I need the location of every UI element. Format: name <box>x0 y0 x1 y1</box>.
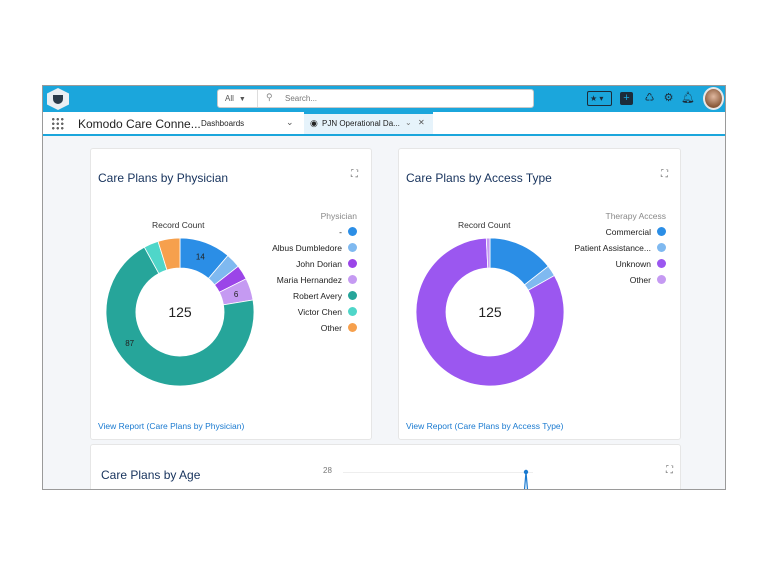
legend-swatch <box>348 323 357 332</box>
legend-label: Patient Assistance... <box>574 243 651 253</box>
legend-item[interactable]: Victor Chen <box>298 307 357 317</box>
avatar[interactable] <box>703 87 724 110</box>
data-label: 87 <box>125 339 134 348</box>
center-total: 125 <box>478 304 502 320</box>
card-title: Care Plans by Access Type <box>406 171 552 185</box>
caret-down-icon: ▼ <box>238 96 246 103</box>
series-line <box>523 471 529 489</box>
legend-label: Other <box>629 275 651 285</box>
app-window: All ▼ ⚲ Search... ★ ▾ + ♺ ⚙ 🔔︎ Komodo Car… <box>42 85 726 490</box>
data-label: 14 <box>196 253 205 262</box>
legend-label: - <box>339 227 342 237</box>
legend-item[interactable]: John Dorian <box>296 259 357 269</box>
legend-item[interactable]: Albus Dumbledore <box>272 243 357 253</box>
legend-item[interactable]: Robert Avery <box>293 291 357 301</box>
dashboard-icon: ◉ <box>310 118 318 128</box>
legend-label: Albus Dumbledore <box>272 243 342 253</box>
gridline <box>343 472 533 473</box>
legend-item[interactable]: Patient Assistance... <box>574 243 666 253</box>
data-label: 6 <box>234 290 239 299</box>
y-tick-label: 28 <box>323 466 332 475</box>
card-care-plans-by-age: Care Plans by Age 28 ⛶ <box>90 444 681 489</box>
legend-swatch <box>657 275 666 284</box>
legend-label: Robert Avery <box>293 291 342 301</box>
tab-label: PJN Operational Da... <box>322 119 400 128</box>
close-icon[interactable]: ✕ <box>418 118 425 127</box>
search-scope-dropdown[interactable]: All ▼ <box>218 90 258 107</box>
app-launcher-icon[interactable] <box>51 117 64 130</box>
chevron-down-icon[interactable]: ⌄ <box>405 118 412 127</box>
donut-chart: 14 6 87 125 <box>105 237 255 387</box>
global-header: All ▼ ⚲ Search... ★ ▾ + ♺ ⚙ 🔔︎ <box>43 86 725 112</box>
view-report-link[interactable]: View Report (Care Plans by Access Type) <box>406 421 563 431</box>
legend-label: Maria Hernandez <box>276 275 342 285</box>
search-icon: ⚲ <box>266 92 273 102</box>
legend-label: Other <box>320 323 342 333</box>
legend-label: Unknown <box>615 259 651 269</box>
search-bar[interactable]: All ▼ ⚲ Search... <box>217 89 534 108</box>
legend-label: John Dorian <box>296 259 342 269</box>
legend-item[interactable]: - <box>339 227 357 237</box>
search-input[interactable]: Search... <box>285 94 317 103</box>
chart-subtitle: Record Count <box>458 220 511 230</box>
legend-item[interactable]: Other <box>321 323 357 333</box>
nav-item-dashboards[interactable]: Dashboards <box>201 119 244 128</box>
expand-icon[interactable]: ⛶ <box>351 169 358 180</box>
search-scope-label: All <box>225 94 234 103</box>
legend-swatch <box>348 275 357 284</box>
legend-item[interactable]: Commercial <box>606 227 666 237</box>
bell-icon[interactable]: 🔔︎ <box>681 92 695 105</box>
legend-item[interactable]: Unknown <box>616 259 666 269</box>
expand-icon[interactable]: ⛶ <box>661 169 668 180</box>
card-care-plans-by-physician: Care Plans by Physician ⛶ Record Count Phys… <box>90 148 372 440</box>
legend-swatch <box>348 227 357 236</box>
legend-swatch <box>348 243 357 252</box>
card-title: Care Plans by Age <box>101 468 201 482</box>
card-title: Care Plans by Physician <box>98 171 229 185</box>
legend-label: Commercial <box>605 227 651 237</box>
chart-subtitle: Record Count <box>152 220 205 230</box>
app-name: Komodo Care Conne... <box>78 117 201 131</box>
legend-swatch <box>348 291 357 300</box>
legend-swatch <box>657 259 666 268</box>
view-report-link[interactable]: View Report (Care Plans by Physician) <box>98 421 244 431</box>
center-total: 125 <box>168 304 192 320</box>
legend-title: Therapy Access <box>605 211 666 221</box>
favorites-button[interactable]: ★ ▾ <box>587 91 612 106</box>
legend-swatch <box>348 259 357 268</box>
add-icon[interactable]: + <box>620 92 633 105</box>
line-series <box>523 469 529 489</box>
nav-bar: Komodo Care Conne... Dashboards ⌄ ◉ PJN … <box>43 112 725 136</box>
legend-title: Physician <box>320 211 357 221</box>
gear-icon[interactable]: ⚙ <box>662 92 675 105</box>
legend-item[interactable]: Maria Hernandez <box>277 275 357 285</box>
expand-icon[interactable]: ⛶ <box>666 465 673 476</box>
legend-swatch <box>657 243 666 252</box>
app-logo[interactable] <box>47 88 69 110</box>
donut-chart: 125 <box>415 237 565 387</box>
chevron-down-icon[interactable]: ⌄ <box>286 117 294 128</box>
legend-swatch <box>657 227 666 236</box>
help-icon[interactable]: ♺ <box>643 92 656 105</box>
legend-swatch <box>348 307 357 316</box>
card-care-plans-by-access-type: Care Plans by Access Type ⛶ Record Count Th… <box>398 148 681 440</box>
legend-item[interactable]: Other <box>630 275 666 285</box>
legend-label: Victor Chen <box>297 307 342 317</box>
tab-pjn-operational-dashboard[interactable]: ◉ PJN Operational Da... ⌄ ✕ <box>304 112 433 134</box>
